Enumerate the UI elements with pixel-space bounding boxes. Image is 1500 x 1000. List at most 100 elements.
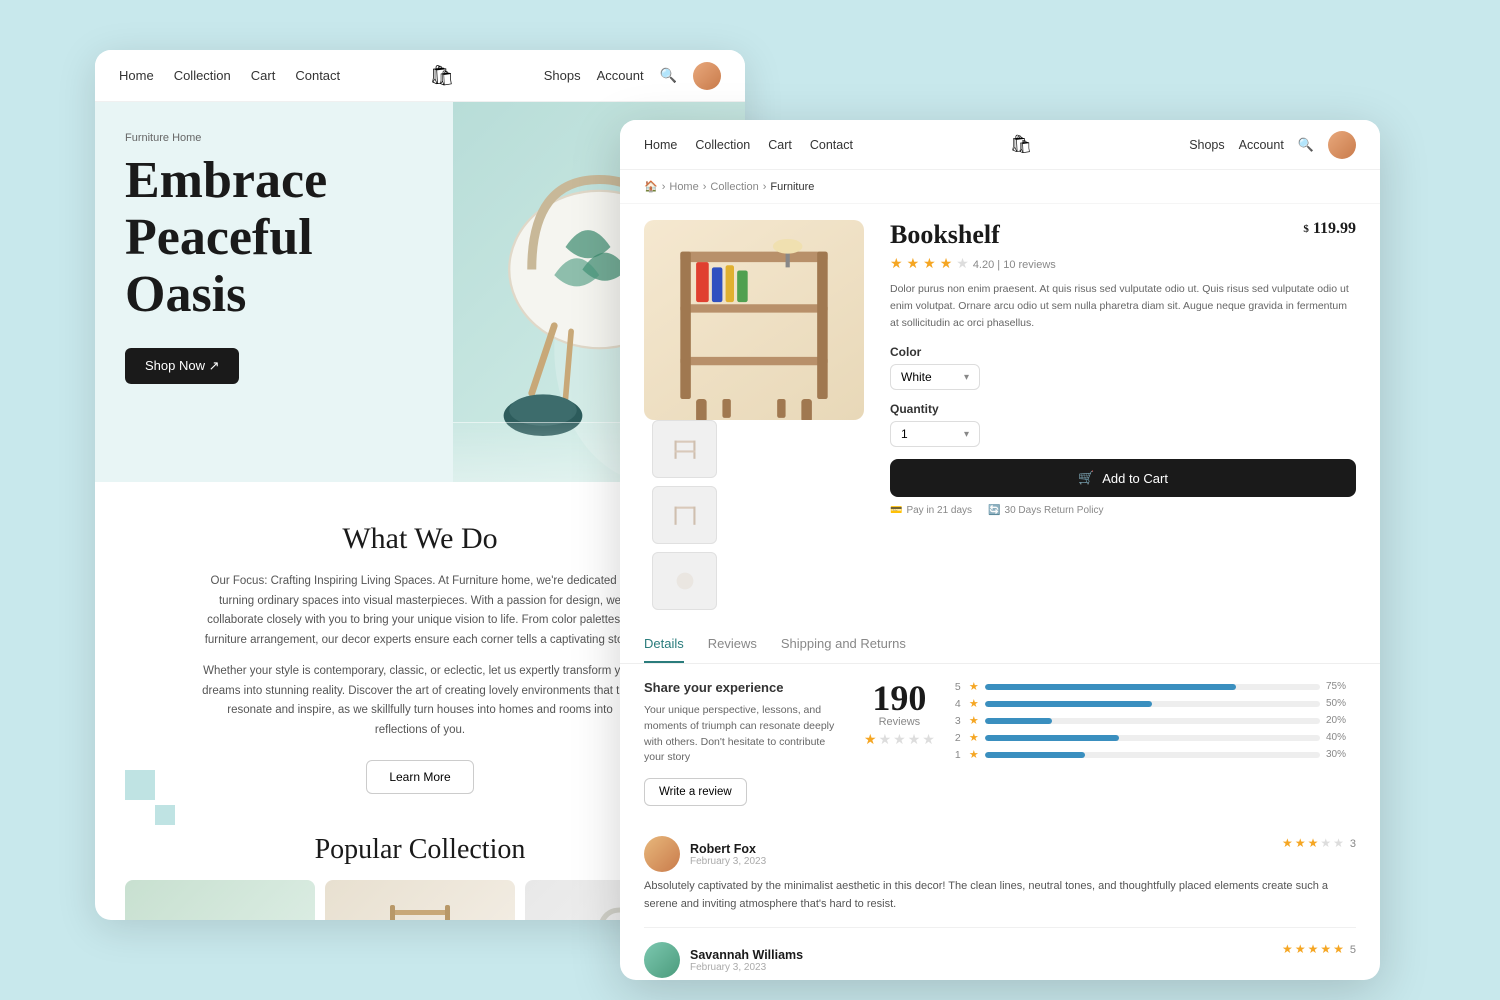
front-account-link[interactable]: Account <box>1239 138 1284 152</box>
rating-star-4: ★ <box>969 697 979 710</box>
front-nav-cart[interactable]: Cart <box>768 138 792 152</box>
plant-illustration <box>180 890 260 920</box>
share-heading: Share your experience <box>644 680 844 695</box>
rating-star-2: ★ <box>969 731 979 744</box>
shops-link[interactable]: Shops <box>544 68 581 83</box>
bar-pct-2: 40% <box>1326 732 1356 743</box>
rating-star-5: ★ <box>969 680 979 693</box>
cart-icon: 🛒 <box>1078 470 1094 486</box>
product-price: $ 119.99 <box>1303 220 1356 238</box>
review-item-1: Robert Fox February 3, 2023 ★ ★ ★ ★ ★ 3 … <box>644 822 1356 928</box>
return-policy: 🔄 30 Days Return Policy <box>988 505 1103 516</box>
front-nav-links: Home Collection Cart Contact <box>644 138 853 152</box>
popular-card-shelf[interactable] <box>325 880 515 920</box>
return-icon: 🔄 <box>988 505 1000 516</box>
user-avatar[interactable] <box>693 62 721 90</box>
front-nav-right: Shops Account 🔍 <box>1189 131 1356 159</box>
back-nav-links: Home Collection Cart Contact <box>119 68 340 83</box>
star-4: ★ <box>940 256 953 273</box>
nav-cart[interactable]: Cart <box>251 68 276 83</box>
avg-star-2: ★ <box>879 732 892 749</box>
nav-contact[interactable]: Contact <box>295 68 340 83</box>
reviewer-name-1: Robert Fox <box>690 842 766 856</box>
front-window: Home Collection Cart Contact 🛍 Shops Acc… <box>620 120 1380 980</box>
add-to-cart-button[interactable]: 🛒 Add to Cart <box>890 459 1356 497</box>
reviewer-avatar-1 <box>644 836 680 872</box>
shelf-illustration <box>380 890 460 920</box>
thumb-2[interactable] <box>652 486 717 544</box>
share-experience: Share your experience Your unique perspe… <box>644 680 844 806</box>
payment-icon: 💳 <box>890 505 902 516</box>
review-score-1: 3 <box>1350 838 1356 850</box>
color-select[interactable]: White <box>890 364 980 390</box>
front-nav-contact[interactable]: Contact <box>810 138 853 152</box>
rating-label-3: 3 <box>955 715 963 727</box>
front-search-icon[interactable]: 🔍 <box>1298 137 1314 153</box>
avg-star-4: ★ <box>908 732 921 749</box>
front-logo: 🛍 <box>1010 134 1033 155</box>
avg-star-5: ★ <box>922 732 935 749</box>
front-nav: Home Collection Cart Contact 🛍 Shops Acc… <box>620 120 1380 170</box>
front-nav-home[interactable]: Home <box>644 138 677 152</box>
reviewer-header-1: Robert Fox February 3, 2023 ★ ★ ★ ★ ★ 3 <box>644 836 1356 872</box>
thumb-icon-1 <box>671 435 699 463</box>
r1-star-1: ★ <box>1282 836 1293 851</box>
product-section: Bookshelf $ 119.99 ★ ★ ★ ★ ★ 4.20 | 10 r… <box>620 204 1380 626</box>
breadcrumb-sep2: › <box>703 181 707 193</box>
search-icon[interactable]: 🔍 <box>660 67 677 84</box>
what-we-do-para1: Our Focus: Crafting Inspiring Living Spa… <box>200 572 640 650</box>
avg-star-1: ★ <box>864 732 877 749</box>
product-title: Bookshelf <box>890 220 1000 250</box>
thumb-1[interactable] <box>652 420 717 478</box>
hero-label: Furniture Home <box>125 132 423 144</box>
star-1: ★ <box>890 256 903 273</box>
breadcrumb-current: Furniture <box>770 181 814 193</box>
review-score-2: 5 <box>1350 944 1356 956</box>
tab-shipping[interactable]: Shipping and Returns <box>781 626 906 663</box>
r2-star-4: ★ <box>1320 942 1331 957</box>
product-tabs: Details Reviews Shipping and Returns <box>620 626 1380 664</box>
front-nav-collection[interactable]: Collection <box>695 138 750 152</box>
nav-home[interactable]: Home <box>119 68 154 83</box>
account-link[interactable]: Account <box>597 68 644 83</box>
rating-row-3: 3 ★ 20% <box>955 714 1356 727</box>
teal-decor-2 <box>155 805 175 825</box>
quantity-label: Quantity <box>890 402 1356 416</box>
popular-card-plant[interactable] <box>125 880 315 920</box>
total-reviews: 190 Reviews ★ ★ ★ ★ ★ <box>864 680 935 749</box>
nav-collection[interactable]: Collection <box>174 68 231 83</box>
star-2: ★ <box>907 256 920 273</box>
front-user-avatar[interactable] <box>1328 131 1356 159</box>
tab-details[interactable]: Details <box>644 626 684 663</box>
teal-decor-1 <box>125 770 155 800</box>
breadcrumb: 🏠 › Home › Collection › Furniture <box>620 170 1380 204</box>
back-logo: 🛍 <box>429 63 454 88</box>
breadcrumb-home-icon[interactable]: 🏠 <box>644 180 658 193</box>
breadcrumb-home[interactable]: Home <box>669 181 698 193</box>
what-we-do-para2: Whether your style is contemporary, clas… <box>200 662 640 740</box>
star-5: ★ <box>956 256 969 273</box>
shop-now-button[interactable]: Shop Now ↗ <box>125 348 239 384</box>
r2-star-2: ★ <box>1295 942 1306 957</box>
r1-star-4: ★ <box>1320 836 1331 851</box>
share-text: Your unique perspective, lessons, and mo… <box>644 703 844 766</box>
bookshelf-main-svg <box>644 220 864 420</box>
front-shops-link[interactable]: Shops <box>1189 138 1224 152</box>
rating-bars: 5 ★ 75% 4 ★ 50% 3 ★ 2 <box>955 680 1356 765</box>
gallery-main-image[interactable] <box>644 220 864 420</box>
bar-pct-3: 20% <box>1326 715 1356 726</box>
bar-fill-4 <box>985 701 1153 707</box>
breadcrumb-sep1: › <box>662 181 666 193</box>
tab-reviews[interactable]: Reviews <box>708 626 757 663</box>
back-nav-right: Shops Account 🔍 <box>544 62 721 90</box>
write-review-button[interactable]: Write a review <box>644 778 747 806</box>
quantity-select[interactable]: 1 <box>890 421 980 447</box>
bar-pct-4: 50% <box>1326 698 1356 709</box>
thumb-3[interactable] <box>652 552 717 610</box>
color-label: Color <box>890 345 1356 359</box>
product-description: Dolor purus non enim praesent. At quis r… <box>890 281 1356 331</box>
learn-more-button[interactable]: Learn More <box>366 760 473 794</box>
r2-star-5: ★ <box>1333 942 1344 957</box>
product-info: Bookshelf $ 119.99 ★ ★ ★ ★ ★ 4.20 | 10 r… <box>880 220 1356 610</box>
breadcrumb-collection[interactable]: Collection <box>710 181 758 193</box>
